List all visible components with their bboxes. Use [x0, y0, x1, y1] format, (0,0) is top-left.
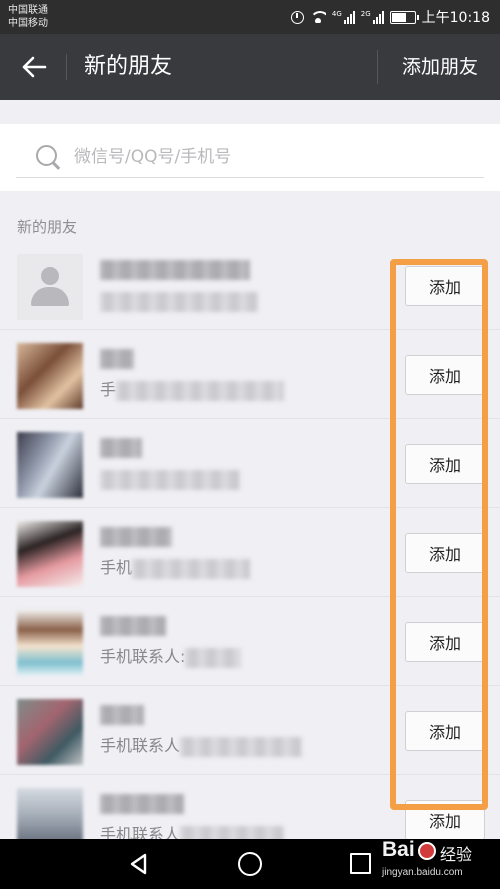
add-button[interactable]: 添加: [405, 711, 485, 751]
add-button[interactable]: 添加: [405, 266, 485, 306]
friend-subtitle: [100, 468, 240, 490]
title-bar: 新的朋友 添加朋友: [0, 34, 500, 100]
friend-name: [100, 704, 144, 726]
friend-name: [100, 259, 250, 281]
add-button[interactable]: 添加: [405, 533, 485, 573]
baidu-jingyan-watermark: Bai 经验 jingyan.baidu.com: [382, 834, 494, 884]
friend-subtitle: 手机联系人:: [100, 646, 242, 668]
carrier-1: 中国联通: [8, 5, 48, 16]
add-friend-button[interactable]: 添加朋友: [390, 52, 490, 82]
list-item[interactable]: 添加: [0, 419, 500, 508]
carrier-info: 中国联通 中国移动: [8, 4, 48, 30]
divider: [377, 50, 378, 84]
list-item[interactable]: 添加: [0, 241, 500, 330]
section-header: 新的朋友: [17, 218, 78, 236]
list-item[interactable]: 手机 添加: [0, 508, 500, 597]
nav-back-icon[interactable]: [128, 853, 150, 875]
list-item[interactable]: 手机联系人: 添加: [0, 597, 500, 686]
friend-list: 添加 手 添加 添加 手机 添加 手机联系人: 添加 手机联系人 添加 手机联系…: [0, 241, 500, 864]
alarm-icon: [290, 10, 304, 24]
avatar: [17, 699, 83, 765]
network-type-1: 4G: [331, 10, 342, 18]
status-bar: 中国联通 中国移动 4G 2G 上午10:18: [0, 0, 500, 34]
watermark-jingyan: 经验: [440, 845, 473, 864]
avatar: [17, 254, 83, 320]
search-section: [0, 124, 500, 191]
network-type-2: 2G: [360, 10, 371, 18]
avatar: [17, 610, 83, 676]
arrow-left-icon: [22, 56, 47, 78]
friend-subtitle: 手: [100, 379, 285, 401]
nav-home-icon[interactable]: [238, 852, 262, 876]
friend-name: [100, 615, 166, 637]
friend-subtitle: 手机: [100, 557, 251, 579]
friend-name: [100, 348, 134, 370]
search-icon: [34, 142, 68, 172]
status-time: 上午10:18: [421, 10, 490, 26]
watermark-brand: Bai: [382, 838, 415, 861]
wifi-icon: [309, 11, 326, 23]
status-icons: 4G 2G 上午10:18: [290, 6, 490, 28]
avatar: [17, 432, 83, 498]
friend-name: [100, 526, 172, 548]
signal-icon: 2G: [361, 10, 384, 24]
add-button[interactable]: 添加: [405, 355, 485, 395]
list-item[interactable]: 手 添加: [0, 330, 500, 419]
search-input[interactable]: [74, 146, 454, 167]
friend-subtitle: [100, 290, 258, 312]
signal-icon: 4G: [332, 10, 355, 24]
page-title: 新的朋友: [84, 54, 173, 79]
avatar: [17, 521, 83, 587]
friend-subtitle: 手机联系人: [100, 735, 303, 757]
battery-icon: [389, 10, 419, 24]
back-button[interactable]: [14, 50, 54, 84]
nav-recent-apps-icon[interactable]: [350, 853, 371, 874]
search-bar[interactable]: [16, 136, 484, 178]
list-item[interactable]: 手机联系人 添加: [0, 686, 500, 775]
avatar: [17, 343, 83, 409]
friend-name: [100, 793, 184, 815]
add-button[interactable]: 添加: [405, 444, 485, 484]
add-button[interactable]: 添加: [405, 622, 485, 662]
watermark-url: jingyan.baidu.com: [382, 867, 463, 878]
friend-name: [100, 437, 142, 459]
divider: [66, 54, 67, 80]
baidu-paw-icon: [418, 842, 436, 860]
carrier-2: 中国移动: [8, 18, 48, 29]
